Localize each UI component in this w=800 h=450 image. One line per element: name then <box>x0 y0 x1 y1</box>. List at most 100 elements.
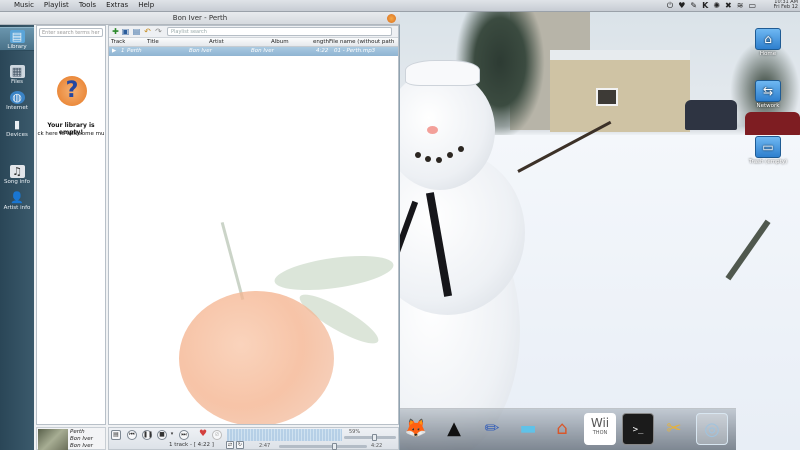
sidebar-item-internet[interactable]: ◍ Internet <box>0 91 34 111</box>
sidebar-item-library[interactable]: ▤ Library <box>0 27 34 51</box>
new-playlist-icon[interactable]: ✚ <box>111 27 120 36</box>
volume-slider[interactable] <box>344 434 396 441</box>
house-window <box>596 88 618 106</box>
question-icon: ? <box>57 76 87 106</box>
sidebar-item-files[interactable]: ▦ Files <box>0 65 34 85</box>
desktop-icon-network[interactable]: ⇆ Network <box>748 80 788 109</box>
previous-button[interactable]: ⏮ <box>127 430 137 440</box>
window-title-bar[interactable]: Bon Iver - Perth <box>0 12 400 25</box>
sidebar-item-devices[interactable]: ▮ Devices <box>0 118 34 138</box>
terminal-icon[interactable]: >_ <box>622 413 654 445</box>
next-button[interactable]: ⏭ <box>179 430 189 440</box>
house-app-icon[interactable]: ⌂ <box>546 413 578 445</box>
redo-icon[interactable]: ↷ <box>154 27 163 36</box>
menu-help[interactable]: Help <box>138 1 154 9</box>
library-add-music-link[interactable]: ck here to add some mu <box>37 131 105 137</box>
sidebar-item-label: Library <box>7 44 27 50</box>
pen-icon[interactable]: ✎ <box>690 1 697 11</box>
wifi-icon[interactable]: ≋ <box>737 1 744 11</box>
scanner-icon[interactable]: ▬ <box>512 413 544 445</box>
battery-icon[interactable]: ▭ <box>748 1 756 11</box>
seek-slider-handle[interactable] <box>332 443 338 450</box>
sidebar-item-song-info[interactable]: ♫ Song info <box>0 165 34 185</box>
column-header-album[interactable]: Album <box>271 39 289 45</box>
sidebar-item-label: Internet <box>6 105 28 111</box>
watermark-orange <box>179 291 334 424</box>
network-icon: ⇆ <box>755 80 781 102</box>
column-header-artist[interactable]: Artist <box>209 39 224 45</box>
menu-tools[interactable]: Tools <box>79 1 96 9</box>
clock-date: Fri Feb 12 <box>773 4 798 10</box>
repeat-icon[interactable]: ↻ <box>236 441 244 449</box>
row-track: 1 <box>121 48 125 54</box>
parked-car <box>745 112 800 136</box>
snowman-coal <box>425 156 431 162</box>
undo-icon[interactable]: ↶ <box>143 27 152 36</box>
snowman-nose <box>427 126 438 134</box>
column-header-track[interactable]: Track <box>111 39 125 45</box>
spectrum-analyzer <box>227 429 342 441</box>
menu-playlist[interactable]: Playlist <box>44 1 69 9</box>
devices-icon: ▮ <box>13 118 21 131</box>
save-playlist-icon[interactable]: ▣ <box>121 27 130 36</box>
snowman-coal <box>447 152 453 158</box>
swirl-icon[interactable]: ✺ <box>713 1 720 11</box>
menubar: Music Playlist Tools Extras Help <box>14 1 154 9</box>
playlist-row[interactable]: ▶ 1 Perth Bon Iver Bon Iver 4:22 01 - Pe… <box>109 47 398 56</box>
parked-car <box>685 100 737 130</box>
pencil-icon[interactable]: ✏ <box>476 413 508 445</box>
ban-icon[interactable]: ⊘ <box>212 430 222 440</box>
shuffle-icon[interactable]: ⇄ <box>226 441 234 449</box>
menu-extras[interactable]: Extras <box>106 1 128 9</box>
desktop-icon-label: Trash (empty) <box>748 159 788 165</box>
k-icon[interactable]: K <box>702 1 708 11</box>
heart-icon[interactable]: ♥ <box>678 1 685 11</box>
desktop-icon-home[interactable]: ⌂ Home <box>748 28 788 57</box>
sidebar-item-artist-info[interactable]: 👤 Artist info <box>0 191 34 211</box>
close-x-icon[interactable]: ✖ <box>725 1 732 11</box>
pause-button[interactable]: ❚❚ <box>142 430 153 440</box>
love-icon[interactable]: ♥ <box>198 430 208 440</box>
column-header-length[interactable]: ength <box>313 39 329 45</box>
seek-slider[interactable] <box>279 443 367 450</box>
menu-music[interactable]: Music <box>14 1 34 9</box>
watermark-leaf <box>272 249 396 297</box>
dock: 🦊 ▲ ✏ ▬ ⌂ Wii THON >_ ✂ ◎ <box>400 408 736 450</box>
playback-controls: ▤ ⏮ ❚❚ ■ ▾ ⏭ ♥ ⊘ 59% 1 track - [ 4:22 ] … <box>108 427 399 450</box>
playlist-status: 1 track - [ 4:22 ] <box>169 442 214 448</box>
now-playing-widget[interactable]: Perth Bon Iver Bon Iver <box>36 427 106 450</box>
stop-button[interactable]: ■ <box>157 430 167 440</box>
playlist-header: Track Title Artist Album ength File name… <box>109 38 398 47</box>
desktop-icon-trash[interactable]: ▭ Trash (empty) <box>746 136 790 165</box>
playlist-search-input[interactable]: Playlist search <box>167 27 392 36</box>
wiithon-label: Wii <box>590 416 610 430</box>
top-panel: Music Playlist Tools Extras Help ⏻ ♥ ✎ K… <box>0 0 800 12</box>
now-playing-text: Perth Bon Iver Bon Iver <box>70 429 93 450</box>
gimp-icon[interactable]: 🦊 <box>400 413 432 445</box>
wiithon-icon[interactable]: Wii THON <box>584 413 616 445</box>
album-cover <box>38 429 68 450</box>
inkscape-icon[interactable]: ▲ <box>438 413 470 445</box>
playlist-menu-icon[interactable]: ▤ <box>111 430 121 440</box>
column-header-title[interactable]: Title <box>147 39 159 45</box>
library-search-input[interactable]: Enter search terms her <box>39 28 103 37</box>
clock[interactable]: 10:31 AM Fri Feb 12 <box>774 0 798 10</box>
playing-indicator-icon: ▶ <box>112 48 117 54</box>
playlist-panel: ✚ ▣ ▤ ↶ ↷ Playlist search Track Title Ar… <box>108 25 399 425</box>
column-header-filename[interactable]: File name (without path <box>329 39 398 45</box>
settings-tools-icon[interactable]: ✂ <box>658 413 690 445</box>
playlist-toolbar: ✚ ▣ ▤ ↶ ↷ Playlist search <box>109 26 398 38</box>
sidebar-item-label: Files <box>10 79 24 85</box>
volume-slider-handle[interactable] <box>371 434 377 441</box>
artist-info-icon: 👤 <box>10 191 24 204</box>
volume-label: 59% <box>349 429 361 435</box>
cube-switcher-icon[interactable]: ◎ <box>696 413 728 445</box>
row-filename: 01 - Perth.mp3 <box>334 48 376 54</box>
song-info-icon: ♫ <box>9 165 25 178</box>
row-title: Perth <box>127 48 142 54</box>
power-icon[interactable]: ⏻ <box>667 1 673 11</box>
stop-menu-icon[interactable]: ▾ <box>167 430 177 440</box>
row-artist: Bon Iver <box>189 48 212 54</box>
load-playlist-icon[interactable]: ▤ <box>132 27 141 36</box>
watermark-stem <box>220 221 245 301</box>
